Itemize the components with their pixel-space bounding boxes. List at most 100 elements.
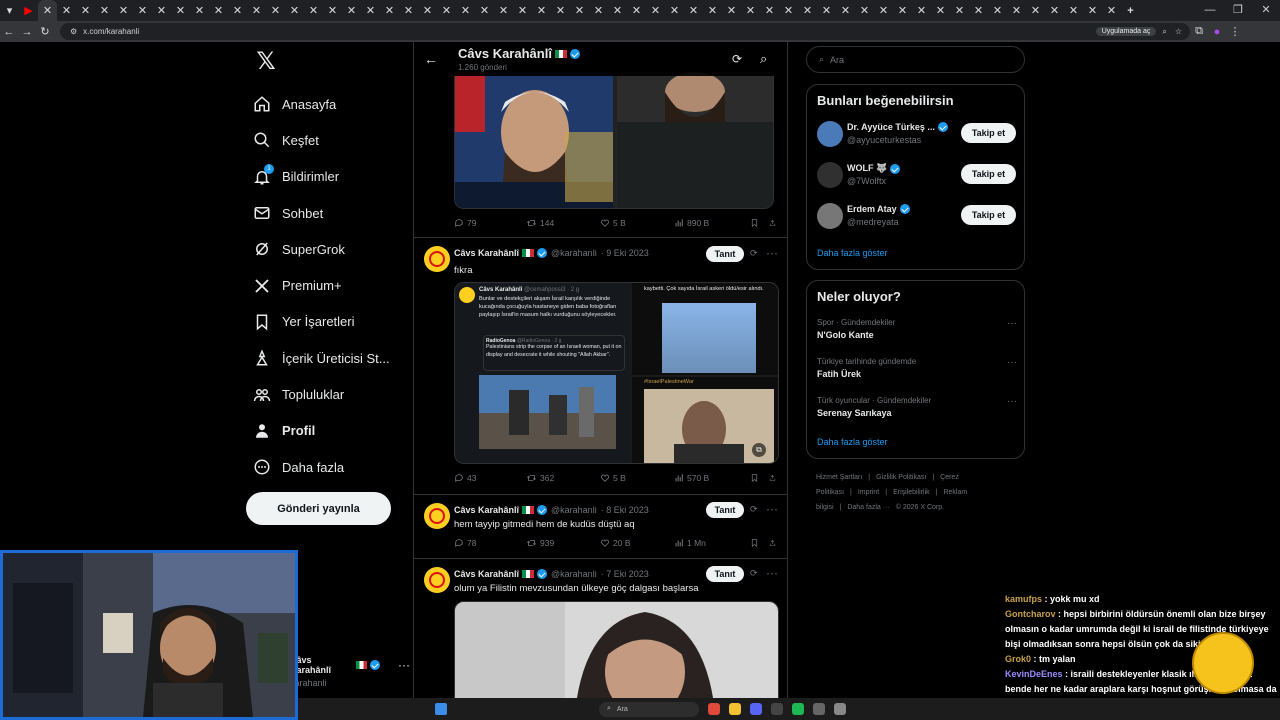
like-button[interactable]: 5 B — [600, 473, 674, 483]
forward-icon[interactable]: → — [18, 26, 36, 38]
footer-link[interactable]: Daha fazla ··· — [847, 504, 889, 511]
tab-x-icon[interactable]: ✕ — [703, 0, 722, 21]
tab-x-icon[interactable]: ✕ — [209, 0, 228, 21]
expand-media-icon[interactable]: ⧉ — [752, 443, 766, 457]
x-logo-icon[interactable]: 𝕏 — [250, 46, 282, 78]
follow-suggestion[interactable]: WOLF 🐺 @7Wolftx Takip et — [817, 160, 1017, 192]
tweet-date[interactable]: · 7 Eki 2023 — [601, 569, 649, 579]
open-in-app-button[interactable]: Uygulamada aç — [1095, 27, 1157, 36]
tab-x-icon[interactable]: ✕ — [532, 0, 551, 21]
tab-x-icon[interactable]: ✕ — [608, 0, 627, 21]
tweet[interactable]: Câvs Karahânlî @karahanli · 7 Eki 2023 T… — [414, 559, 787, 700]
tab-x-icon[interactable]: ✕ — [874, 0, 893, 21]
tab-x-icon[interactable]: ✕ — [1102, 0, 1121, 21]
site-info-icon[interactable]: ⚙ — [70, 27, 77, 36]
tab-x-icon[interactable]: ✕ — [1026, 0, 1045, 21]
tab-x-icon[interactable]: ✕ — [285, 0, 304, 21]
more-icon[interactable]: ··· — [766, 246, 778, 260]
steam-icon[interactable] — [771, 703, 783, 715]
tab-x-icon[interactable]: ✕ — [57, 0, 76, 21]
tab-x-icon[interactable]: ✕ — [817, 0, 836, 21]
nav-item-search[interactable]: Keşfet — [246, 122, 411, 158]
tab-x-icon[interactable]: ✕ — [456, 0, 475, 21]
tweet-handle[interactable]: @karahanli — [551, 248, 597, 258]
tab-x-icon[interactable]: ✕ — [684, 0, 703, 21]
nav-item-bell[interactable]: 1 Bildirimler — [246, 159, 411, 195]
tab-x-icon[interactable]: ✕ — [266, 0, 285, 21]
bookmark-star-icon[interactable]: ☆ — [1175, 27, 1182, 36]
follow-button[interactable]: Takip et — [961, 123, 1016, 143]
tab-x-icon[interactable]: ✕ — [551, 0, 570, 21]
tab-x-icon[interactable]: ✕ — [228, 0, 247, 21]
reply-button[interactable]: 43 — [454, 473, 526, 483]
search-input[interactable]: ⌕ Ara — [806, 46, 1025, 73]
tweet[interactable]: Câvs Karahânlî @karahanli · 8 Eki 2023 T… — [414, 495, 787, 559]
trend-item[interactable]: Spor · Gündemdekiler N'Golo Kante ··· — [817, 318, 1017, 352]
avatar[interactable] — [817, 121, 843, 147]
follow-button[interactable]: Takip et — [961, 205, 1016, 225]
tweet-media[interactable]: Câvs Karahânlî @cemahpossi3 · 2 g Bunlar… — [454, 282, 779, 464]
tab-x-icon[interactable]: ✕ — [247, 0, 266, 21]
grok-icon[interactable]: ⟳ — [750, 248, 758, 259]
tweet-author-name[interactable]: Câvs Karahânlî — [454, 248, 519, 258]
file-explorer-icon[interactable] — [729, 703, 741, 715]
tab-x-icon[interactable]: ✕ — [418, 0, 437, 21]
avatar[interactable] — [424, 503, 450, 529]
avatar[interactable] — [424, 567, 450, 593]
tab-x-icon[interactable]: ✕ — [190, 0, 209, 21]
tab-x-icon[interactable]: ✕ — [646, 0, 665, 21]
tab-x-icon[interactable]: ✕ — [342, 0, 361, 21]
nav-item-grok[interactable]: SuperGrok — [246, 231, 411, 267]
promote-button[interactable]: Tanıt — [706, 502, 744, 518]
nav-item-communities[interactable]: Topluluklar — [246, 376, 411, 412]
tweet-handle[interactable]: @karahanli — [551, 569, 597, 579]
tab-x-icon[interactable]: ✕ — [380, 0, 399, 21]
tab-x-icon[interactable]: ✕ — [627, 0, 646, 21]
nav-item-home[interactable]: Anasayfa — [246, 86, 411, 122]
bookmark-button[interactable] — [750, 218, 769, 228]
avatar[interactable] — [817, 203, 843, 229]
grok-icon[interactable]: ⟳ — [750, 568, 758, 579]
tab-x-icon[interactable]: ✕ — [760, 0, 779, 21]
share-button[interactable] — [769, 473, 779, 483]
app-icon[interactable] — [834, 703, 846, 715]
repost-button[interactable]: 144 — [526, 218, 600, 228]
address-bar[interactable]: ⚙ x.com/karahanli Uygulamada aç ⌕ ☆ — [60, 23, 1190, 40]
search-icon[interactable]: ⌕ — [760, 51, 767, 67]
more-icon[interactable]: ··· — [1007, 396, 1017, 407]
more-icon[interactable]: ··· — [1007, 357, 1017, 368]
profile-avatar-icon[interactable]: ● — [1208, 26, 1226, 38]
avatar[interactable] — [424, 246, 450, 272]
tab-x-icon[interactable]: ✕ — [1007, 0, 1026, 21]
tab-x-icon[interactable]: ✕ — [988, 0, 1007, 21]
nav-item-bookmark[interactable]: Yer İşaretleri — [246, 304, 411, 340]
tweet[interactable]: Câvs Karahânlî @karahanli · 9 Eki 2023 T… — [414, 238, 787, 495]
share-button[interactable] — [769, 538, 779, 548]
tweet-author-name[interactable]: Câvs Karahânlî — [454, 505, 519, 515]
tab-x-icon[interactable]: ✕ — [152, 0, 171, 21]
tab-x-icon[interactable]: ✕ — [798, 0, 817, 21]
follow-suggestion[interactable]: Dr. Ayyüce Türkeş ... @ayyuceturkestas Tak… — [817, 119, 1017, 151]
bookmark-button[interactable] — [750, 473, 769, 483]
footer-link[interactable]: Gizlilik Politikası — [876, 474, 926, 481]
nav-item-profile[interactable]: Profil — [246, 413, 411, 449]
taskbar-search[interactable]: ⌕ Ara — [599, 701, 699, 717]
tab-x-icon[interactable]: ✕ — [665, 0, 684, 21]
tab-x-icon[interactable]: ✕ — [1045, 0, 1064, 21]
follow-button[interactable]: Takip et — [961, 164, 1016, 184]
views-button[interactable]: 890 B — [674, 218, 750, 228]
tab-x-icon[interactable]: ✕ — [779, 0, 798, 21]
nav-item-mail[interactable]: Sohbet — [246, 195, 411, 231]
tweet-media[interactable] — [454, 72, 774, 209]
promote-button[interactable]: Tanıt — [706, 246, 744, 262]
promote-button[interactable]: Tanıt — [706, 566, 744, 582]
avatar[interactable] — [817, 162, 843, 188]
footer-link[interactable]: Imprint — [858, 489, 879, 496]
trend-item[interactable]: Türkiye tarihinde gündemde Fatih Ürek ··· — [817, 357, 1017, 391]
tab-x-icon[interactable]: ✕ — [437, 0, 456, 21]
tab-x-icon[interactable]: ✕ — [836, 0, 855, 21]
tab-search-icon[interactable]: ▾ — [0, 0, 19, 21]
tab-x-icon[interactable]: ✕ — [741, 0, 760, 21]
nav-item-creator-studio[interactable]: İçerik Üreticisi St... — [246, 340, 411, 376]
more-icon[interactable]: ··· — [766, 566, 778, 580]
